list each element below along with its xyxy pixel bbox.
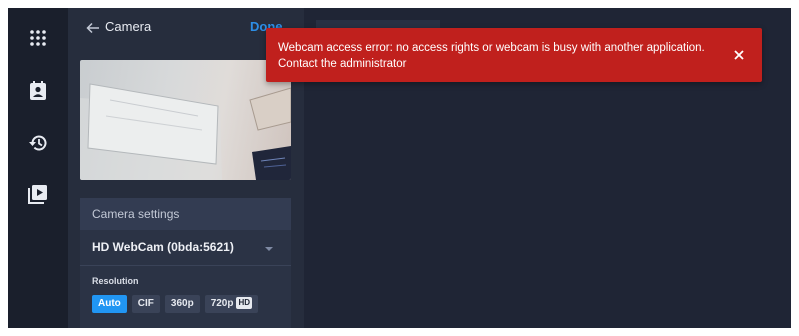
media-playlist-icon[interactable] xyxy=(22,178,54,210)
device-name: HD WebCam (0bda:5621) xyxy=(92,240,234,254)
apps-grid-icon[interactable] xyxy=(22,22,54,54)
device-dropdown[interactable]: HD WebCam (0bda:5621) xyxy=(80,230,291,266)
settings-title: Camera settings xyxy=(92,207,180,221)
resolution-label: Resolution xyxy=(92,276,139,286)
page-title: Camera xyxy=(105,19,152,34)
resolution-auto-button[interactable]: Auto xyxy=(92,295,127,313)
camera-preview xyxy=(80,60,291,180)
resolution-720p-label: 720p xyxy=(210,298,234,309)
resolution-cif-button[interactable]: CIF xyxy=(131,295,160,313)
close-icon[interactable] xyxy=(732,48,746,62)
settings-header: Camera settings xyxy=(80,198,291,230)
hd-badge: HD xyxy=(236,297,253,309)
camera-settings: Camera settings HD WebCam (0bda:5621) Re… xyxy=(80,198,291,328)
back-arrow-icon[interactable] xyxy=(86,21,100,35)
resolution-options: Auto CIF 360p 720p HD xyxy=(92,295,259,315)
left-rail xyxy=(8,8,68,328)
resolution-360p-button[interactable]: 360p xyxy=(164,295,200,313)
contacts-icon[interactable] xyxy=(22,75,54,107)
chevron-down-icon xyxy=(265,247,273,251)
error-message-line-1: Webcam access error: no access rights or… xyxy=(278,42,705,54)
error-message: Webcam access error: no access rights or… xyxy=(278,40,718,72)
history-icon[interactable] xyxy=(22,127,54,159)
error-message-line-2: Contact the administrator xyxy=(278,58,407,70)
app-window: Camera Done Camera settings HD WebCam (0… xyxy=(8,8,791,328)
resolution-720p-button[interactable]: 720p HD xyxy=(204,295,259,313)
error-toast: Webcam access error: no access rights or… xyxy=(266,28,762,82)
